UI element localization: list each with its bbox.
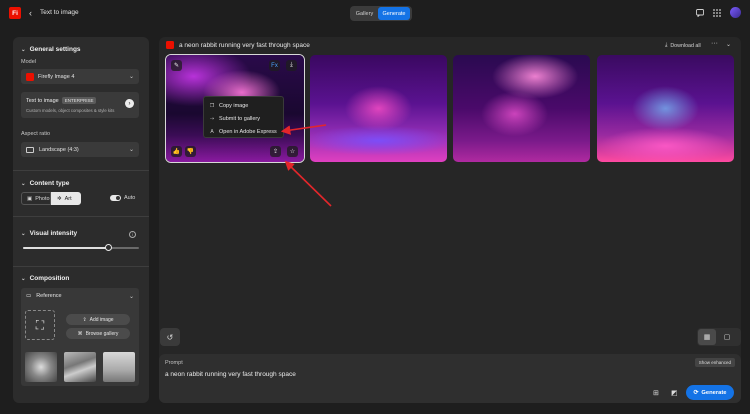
reference-icon: ▭ [26, 293, 32, 299]
download-icon: ⤓ [665, 42, 668, 48]
reference-thumbnail[interactable] [25, 352, 57, 382]
chevron-down-icon: ⌄ [21, 180, 26, 187]
reference-thumbnail[interactable] [103, 352, 135, 382]
aspect-ratio-dropdown[interactable]: Landscape (4:3) ⌄ [21, 142, 139, 157]
chevron-down-icon[interactable]: ⌄ [726, 41, 731, 48]
add-image-button[interactable]: ⇪ Add image [66, 314, 130, 325]
thumbs-down-icon[interactable]: 👎 [185, 146, 196, 157]
generation-header: a neon rabbit running very fast through … [166, 41, 310, 49]
chevron-down-icon: ⌄ [21, 230, 26, 237]
composition-header[interactable]: ⌄ Composition [21, 275, 69, 282]
adobe-express-icon: A [210, 128, 214, 135]
upload-icon: ⇪ [82, 316, 87, 323]
chevron-down-icon: ⌄ [128, 74, 134, 80]
page-title: Text to image [40, 9, 79, 16]
auto-toggle[interactable]: Auto [110, 195, 135, 201]
generated-image-card[interactable] [310, 55, 447, 162]
menu-item-copy-image[interactable]: ❐ Copy image [204, 100, 285, 111]
generate-icon: ⟳ [693, 389, 699, 396]
menu-item-open-in-adobe-express[interactable]: A Open in Adobe Express [204, 126, 285, 137]
firefly-logo[interactable]: Fi [9, 7, 21, 19]
generated-image-card[interactable] [453, 55, 590, 162]
favorite-icon[interactable]: ☆ [287, 146, 298, 157]
submit-icon: ⇢ [209, 115, 215, 122]
generated-image [597, 55, 734, 162]
content-type-art[interactable]: ✲ Art [51, 192, 81, 205]
content-type-photo[interactable]: ▣ Photo [21, 192, 51, 205]
camera-icon: ▣ [27, 195, 33, 202]
art-icon: ✲ [57, 195, 62, 202]
prompt-label: Prompt [165, 360, 183, 366]
slider-handle[interactable] [105, 244, 113, 251]
text-to-image-card[interactable]: Text to image ENTERPRISE Custom models, … [21, 92, 139, 118]
browse-gallery-button[interactable]: ⌘ Browse gallery [66, 328, 130, 339]
model-dropdown[interactable]: Firefly Image 4 ⌄ [21, 69, 139, 84]
divider [13, 216, 149, 217]
mode-toggle: Gallery Generate [350, 6, 412, 21]
style-icon[interactable]: ◩ [671, 389, 678, 397]
image-upload-icon: ⛶ [35, 317, 45, 332]
reference-header[interactable]: ▭ Reference [26, 293, 62, 299]
divider [13, 170, 149, 171]
general-settings-header[interactable]: ⌄ General settings [21, 46, 81, 53]
view-toggle: ▦ ▢ [697, 328, 741, 346]
copy-icon: ❐ [209, 102, 215, 109]
firefly-icon [166, 41, 174, 49]
content-type-selector: ▣ Photo ✲ Art [21, 192, 81, 205]
thumbs-up-icon[interactable]: 👍 [171, 146, 182, 157]
adobe-express-icon[interactable]: Fx [269, 60, 280, 71]
single-view-icon[interactable]: ▢ [718, 329, 736, 345]
chevron-right-icon[interactable]: › [125, 99, 134, 108]
visual-intensity-slider[interactable] [23, 244, 139, 251]
image-settings-icon[interactable]: ⊞ [653, 389, 659, 397]
visual-intensity-header[interactable]: ⌄ Visual intensity [21, 230, 77, 237]
chat-icon[interactable] [695, 8, 705, 18]
content-type-header[interactable]: ⌄ Content type [21, 180, 69, 187]
generated-image [310, 55, 447, 162]
avatar[interactable] [730, 7, 741, 18]
chevron-down-icon: ⌄ [21, 275, 26, 282]
chevron-left-icon[interactable]: ‹ [29, 8, 32, 18]
prompt-box[interactable]: Prompt a neon rabbit running very fast t… [159, 354, 741, 403]
generate-button[interactable]: ⟳ Generate [686, 385, 734, 400]
generated-image [453, 55, 590, 162]
gallery-icon: ⌘ [77, 330, 83, 337]
enterprise-badge: ENTERPRISE [61, 97, 97, 104]
app-header: Fi ‹ Text to image Gallery Generate [0, 0, 750, 27]
prompt-input[interactable]: a neon rabbit running very fast through … [165, 371, 296, 378]
edit-icon[interactable]: ✎ [171, 60, 182, 71]
toggle-switch[interactable] [110, 195, 121, 201]
show-enhanced-button[interactable]: Show enhanced [694, 358, 735, 367]
upload-image-dropzone[interactable]: ⛶ [25, 310, 55, 340]
download-all-button[interactable]: ⤓ Download all [665, 42, 701, 49]
chevron-down-icon: ⌄ [21, 46, 26, 53]
slider-fill [23, 247, 109, 249]
reference-panel: ▭ Reference ⌄ ⛶ ⇪ Add image ⌘ Browse gal… [21, 288, 139, 386]
model-label: Model [21, 59, 36, 65]
chevron-down-icon[interactable]: ⌄ [129, 293, 134, 300]
chevron-down-icon: ⌄ [128, 147, 134, 153]
image-context-menu: ❐ Copy image ⇢ Submit to gallery A Open … [203, 96, 284, 138]
more-options-icon[interactable]: ··· [711, 40, 718, 47]
aspect-ratio-label: Aspect ratio [21, 131, 51, 137]
history-icon[interactable]: ↺ [160, 328, 180, 346]
info-icon[interactable]: i [129, 231, 136, 238]
download-icon[interactable]: ⤓ [286, 60, 297, 71]
reference-thumbnail[interactable] [64, 352, 96, 382]
menu-item-submit-to-gallery[interactable]: ⇢ Submit to gallery [204, 113, 285, 124]
apps-grid-icon[interactable] [712, 8, 722, 18]
settings-sidebar: ⌄ General settings Model Firefly Image 4… [13, 37, 149, 403]
tab-generate[interactable]: Generate [378, 7, 410, 20]
landscape-icon [26, 146, 34, 153]
generated-image-card[interactable] [597, 55, 734, 162]
divider [13, 266, 149, 267]
tab-gallery[interactable]: Gallery [351, 7, 378, 20]
grid-view-icon[interactable]: ▦ [698, 329, 716, 345]
firefly-icon [26, 72, 34, 81]
share-icon[interactable]: ⇪ [270, 146, 281, 157]
